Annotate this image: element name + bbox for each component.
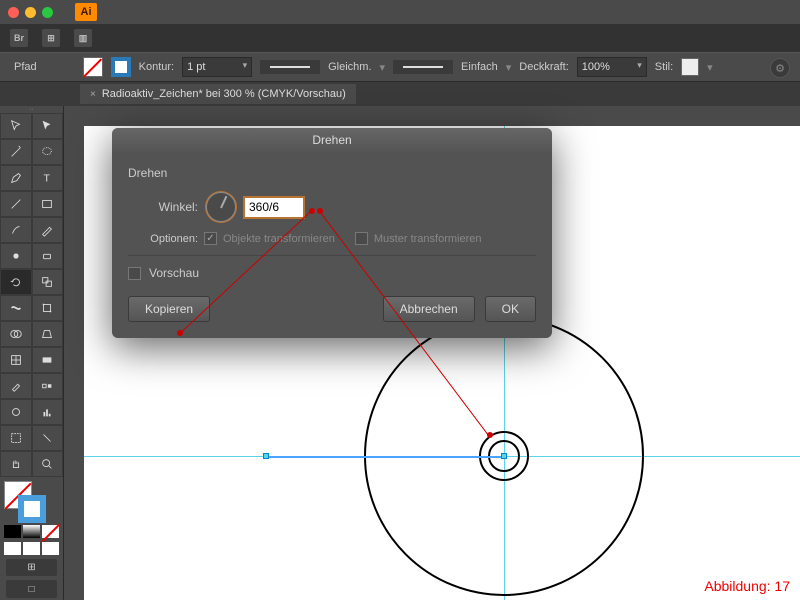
cancel-button[interactable]: Abbrechen (383, 296, 475, 322)
perspective-tool[interactable] (32, 321, 64, 347)
brush-tool[interactable] (0, 217, 32, 243)
eyedropper-tool[interactable] (0, 373, 32, 399)
symbol-tool[interactable] (0, 399, 32, 425)
annotation-dot (487, 432, 493, 438)
change-screen-button[interactable]: □ (6, 580, 57, 598)
free-transform-tool[interactable] (32, 295, 64, 321)
app-menubar: Br ⊞ ▥ (0, 24, 800, 52)
color-mode-gradient[interactable] (23, 525, 40, 538)
rotate-tool[interactable] (0, 269, 32, 295)
type-tool[interactable]: T (32, 165, 64, 191)
rotate-dialog: Drehen Drehen Winkel: Optionen: Objekte … (112, 128, 552, 338)
anchor-point[interactable] (501, 453, 507, 459)
svg-text:T: T (44, 173, 51, 185)
panel-menu-icon[interactable]: ⚙ (770, 58, 790, 78)
selected-path[interactable] (266, 456, 504, 458)
gradient-tool[interactable] (32, 347, 64, 373)
draw-behind[interactable] (23, 542, 40, 555)
rect-tool[interactable] (32, 191, 64, 217)
preview-checkbox[interactable] (128, 267, 141, 280)
magic-wand-tool[interactable] (0, 139, 32, 165)
preview-label: Vorschau (149, 266, 199, 280)
shape-builder-tool[interactable] (0, 321, 32, 347)
fill-stroke-indicator[interactable] (4, 481, 59, 519)
tool-grid: T (0, 113, 63, 477)
options-label: Optionen: (128, 233, 198, 245)
direct-select-tool[interactable] (32, 113, 64, 139)
selection-type-label: Pfad (14, 61, 37, 73)
scale-tool[interactable] (32, 269, 64, 295)
document-tabs: × Radioaktiv_Zeichen* bei 300 % (CMYK/Vo… (0, 82, 800, 106)
stroke-swatch[interactable] (111, 57, 131, 77)
opacity-input[interactable]: 100% (577, 57, 647, 77)
ok-button[interactable]: OK (485, 296, 536, 322)
arrange-icon[interactable]: ⊞ (42, 29, 60, 47)
panel-grip-icon[interactable]: ∙∙ (0, 106, 63, 113)
kontur-label: Kontur: (139, 61, 174, 73)
document-tab[interactable]: × Radioaktiv_Zeichen* bei 300 % (CMYK/Vo… (80, 84, 356, 104)
angle-input[interactable] (244, 197, 304, 218)
ruler-horizontal[interactable] (84, 106, 800, 126)
zoom-tool[interactable] (32, 451, 64, 477)
lasso-tool[interactable] (32, 139, 64, 165)
mesh-tool[interactable] (0, 347, 32, 373)
tab-close-icon[interactable]: × (90, 89, 96, 100)
transform-objects-label: Objekte transformieren (223, 233, 335, 245)
maximize-icon[interactable] (42, 7, 53, 18)
color-mode-none[interactable] (42, 525, 59, 538)
draw-mode-row (4, 542, 59, 555)
annotation-dot (177, 330, 183, 336)
window-titlebar: Ai (0, 0, 800, 24)
stroke-profile-label: Einfach (461, 61, 498, 73)
hand-tool[interactable] (0, 451, 32, 477)
pen-tool[interactable] (0, 165, 32, 191)
blend-tool[interactable] (32, 373, 64, 399)
figure-caption: Abbildung: 17 (704, 578, 790, 594)
color-mode-row (4, 525, 59, 538)
bridge-icon[interactable]: Br (10, 29, 28, 47)
opacity-label: Deckkraft: (519, 61, 569, 73)
line-tool[interactable] (0, 191, 32, 217)
angle-label: Winkel: (128, 200, 198, 214)
annotation-dot (317, 208, 323, 214)
annotation-dot (309, 208, 315, 214)
stroke-profile-selector[interactable] (393, 60, 453, 74)
selection-tool[interactable] (0, 113, 32, 139)
angle-dial-icon[interactable] (206, 192, 236, 222)
anchor-point[interactable] (263, 453, 269, 459)
tool-panel: ∙∙ T (0, 106, 64, 600)
transform-objects-checkbox[interactable] (204, 232, 217, 245)
style-label: Stil: (655, 61, 673, 73)
graph-tool[interactable] (32, 399, 64, 425)
eraser-tool[interactable] (32, 243, 64, 269)
artboard-tool[interactable] (0, 425, 32, 451)
slice-tool[interactable] (32, 425, 64, 451)
screen-mode-button[interactable]: ⊞ (6, 559, 57, 577)
layout-icon[interactable]: ▥ (74, 29, 92, 47)
control-bar: Pfad Kontur: 1 pt Gleichm. ▾ Einfach ▾ D… (0, 52, 800, 82)
pencil-tool[interactable] (32, 217, 64, 243)
document-tab-label: Radioaktiv_Zeichen* bei 300 % (CMYK/Vors… (102, 88, 346, 100)
stroke-indicator[interactable] (18, 495, 46, 523)
draw-normal[interactable] (4, 542, 21, 555)
stroke-cap-label: Gleichm. (328, 61, 371, 73)
close-icon[interactable] (8, 7, 19, 18)
fill-swatch[interactable] (83, 57, 103, 77)
stroke-weight-input[interactable]: 1 pt (182, 57, 252, 77)
transform-pattern-checkbox[interactable] (355, 232, 368, 245)
ruler-vertical[interactable] (64, 106, 84, 600)
width-tool[interactable] (0, 295, 32, 321)
stroke-cap-selector[interactable] (260, 60, 320, 74)
copy-button[interactable]: Kopieren (128, 296, 210, 322)
transform-pattern-label: Muster transformieren (374, 233, 482, 245)
dialog-section-label: Drehen (128, 166, 536, 180)
style-swatch[interactable] (681, 58, 699, 76)
dialog-title: Drehen (112, 128, 552, 152)
minimize-icon[interactable] (25, 7, 36, 18)
color-mode-solid[interactable] (4, 525, 21, 538)
draw-inside[interactable] (42, 542, 59, 555)
app-badge: Ai (75, 3, 97, 21)
blob-brush-tool[interactable] (0, 243, 32, 269)
